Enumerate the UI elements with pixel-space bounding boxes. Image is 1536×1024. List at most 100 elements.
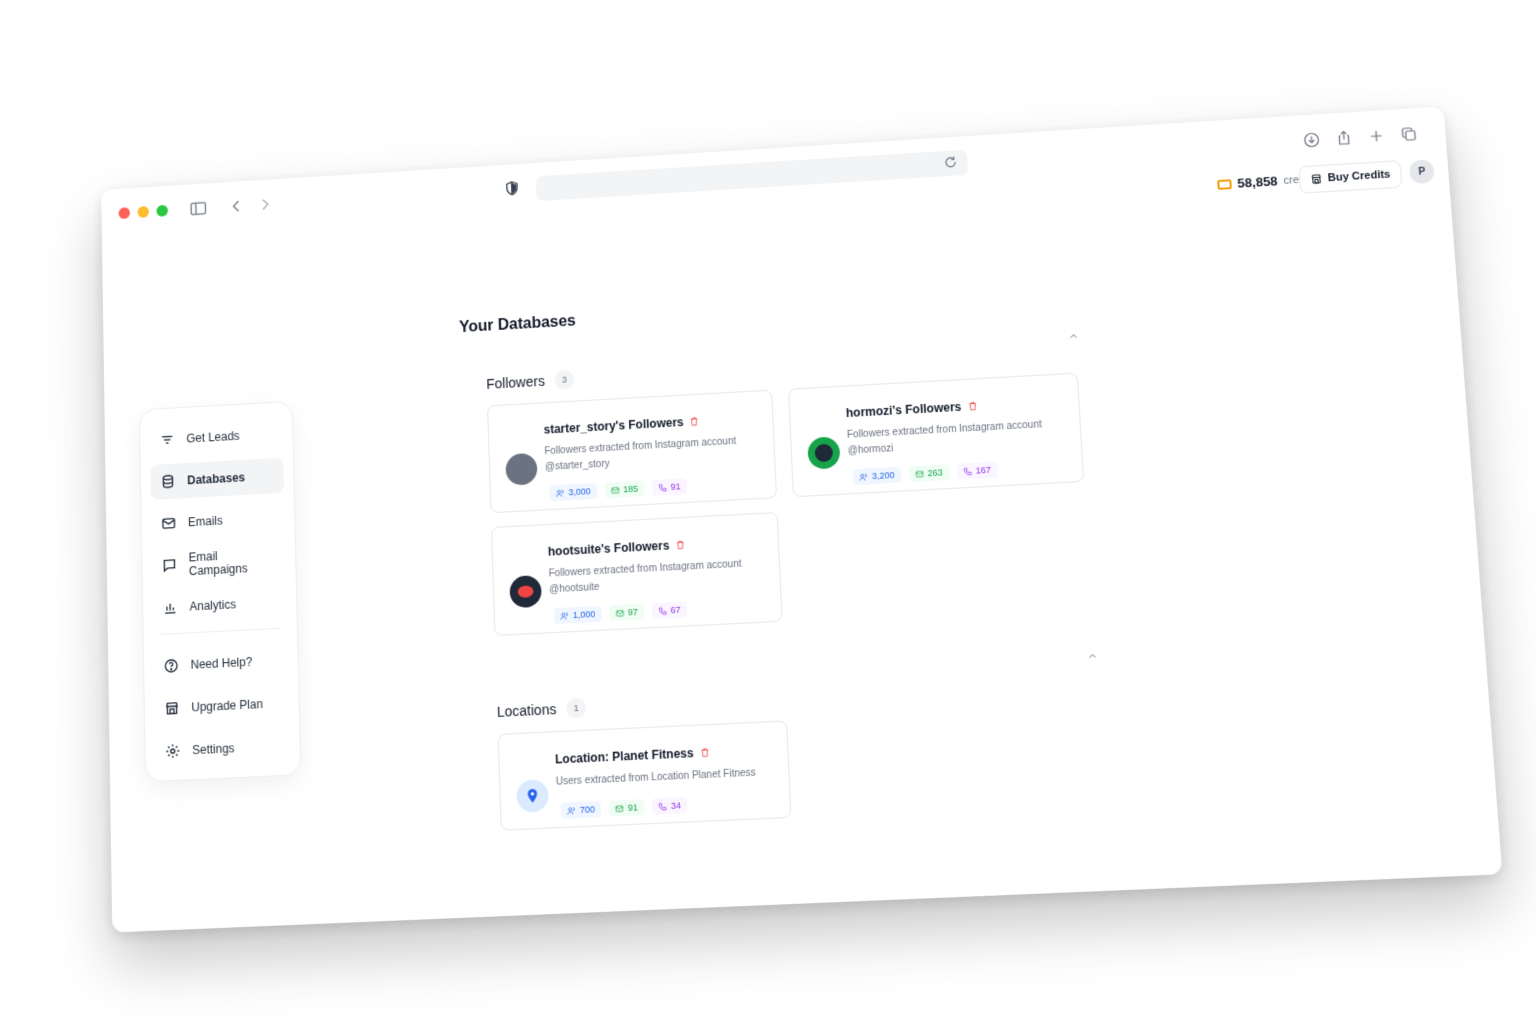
emails-count: 185 <box>623 483 639 495</box>
browser-toolbar <box>101 106 1447 239</box>
mail-icon <box>914 469 923 478</box>
buy-credits-button[interactable]: Buy Credits <box>1298 160 1403 194</box>
database-icon <box>160 473 176 489</box>
users-icon <box>858 472 867 480</box>
card-title: hormozi's Followers <box>845 399 962 421</box>
collapse-followers-icon[interactable] <box>1067 329 1080 342</box>
back-icon[interactable] <box>225 194 248 218</box>
collapse-locations-icon[interactable] <box>1086 649 1099 662</box>
users-count: 700 <box>579 804 596 816</box>
location-pin-icon <box>516 779 549 813</box>
sidebar-item-upgrade-plan[interactable]: Upgrade Plan <box>154 685 289 727</box>
card-title: hootsuite's Followers <box>547 538 670 559</box>
new-tab-icon[interactable] <box>1363 124 1389 149</box>
sidebar-item-databases[interactable]: Databases <box>150 457 285 500</box>
emails-count-badge: 263 <box>908 464 950 483</box>
user-avatar[interactable]: P <box>1408 159 1435 185</box>
emails-count-badge: 185 <box>604 480 645 499</box>
sidebar-item-settings[interactable]: Settings <box>155 728 290 770</box>
users-count: 1,000 <box>572 609 596 621</box>
emails-count: 97 <box>627 606 639 618</box>
sidebar-item-get-leads[interactable]: Get Leads <box>150 416 283 458</box>
maximize-window-button[interactable] <box>156 204 169 217</box>
phone-icon <box>963 466 973 475</box>
locations-section-header[interactable]: Locations 1 <box>496 697 587 722</box>
downloads-icon[interactable] <box>1299 128 1325 153</box>
card-description: Users extracted from Location Planet Fit… <box>555 767 756 788</box>
section-title: Locations <box>496 701 557 720</box>
sidebar-item-label: Analytics <box>189 597 237 614</box>
avatar <box>509 574 542 609</box>
share-icon[interactable] <box>1331 126 1357 151</box>
credits-icon <box>1216 178 1232 190</box>
window-controls <box>118 204 169 220</box>
address-bar[interactable] <box>535 149 969 202</box>
trash-icon[interactable] <box>689 416 699 426</box>
users-icon <box>567 806 576 816</box>
mail-icon <box>616 610 624 617</box>
sidebar-item-label: Get Leads <box>186 429 240 446</box>
page-title: Your Databases <box>458 312 577 337</box>
sidebar-item-need-help[interactable]: Need Help? <box>153 642 288 684</box>
store-icon <box>164 700 180 717</box>
card-title: Location: Planet Fitness <box>554 746 694 767</box>
forward-icon[interactable] <box>253 192 276 216</box>
mail-icon <box>610 485 619 494</box>
sidebar-item-emails[interactable]: Emails <box>151 500 285 542</box>
sidebar-item-label: Settings <box>192 741 235 758</box>
trash-icon[interactable] <box>675 540 685 550</box>
phones-count: 67 <box>670 604 681 616</box>
sidebar-item-label: Need Help? <box>190 654 253 672</box>
store-icon <box>1310 173 1323 185</box>
trash-icon[interactable] <box>967 401 978 411</box>
sidebar-item-email-campaigns[interactable]: Email Campaigns <box>152 542 286 584</box>
reload-icon[interactable] <box>943 155 960 171</box>
sidebar-divider <box>159 627 282 635</box>
filter-icon <box>159 432 175 448</box>
users-icon <box>556 488 565 497</box>
phones-count-badge: 167 <box>956 461 998 480</box>
users-count: 3,000 <box>568 486 591 498</box>
sidebar-item-label: Emails <box>187 513 223 530</box>
buy-credits-label: Buy Credits <box>1327 168 1391 185</box>
phones-count: 34 <box>670 800 682 811</box>
chat-icon <box>162 557 178 573</box>
users-count-badge: 3,200 <box>852 466 901 486</box>
users-count-badge: 1,000 <box>553 605 602 625</box>
phone-icon <box>658 606 666 614</box>
help-icon <box>163 658 179 675</box>
emails-count: 263 <box>927 467 943 479</box>
users-icon <box>560 611 569 620</box>
close-window-button[interactable] <box>118 207 131 220</box>
minimize-window-button[interactable] <box>137 205 150 219</box>
users-count-badge: 700 <box>560 800 602 819</box>
tab-overview-icon[interactable] <box>1396 122 1422 147</box>
trash-icon[interactable] <box>699 747 709 758</box>
emails-count: 91 <box>627 802 639 813</box>
card-title: starter_story's Followers <box>543 415 684 437</box>
phone-icon <box>658 802 667 812</box>
gear-icon <box>165 743 181 760</box>
users-count-badge: 3,000 <box>549 482 597 502</box>
section-count-badge: 1 <box>565 697 587 719</box>
sidebar-item-label: Databases <box>187 470 246 488</box>
phones-count-badge: 67 <box>651 601 687 620</box>
emails-count-badge: 97 <box>608 603 645 622</box>
database-card-planet-fitness[interactable]: Location: Planet Fitness Users extracted… <box>497 720 792 831</box>
privacy-shield-icon[interactable] <box>503 179 523 199</box>
bar-chart-icon <box>162 599 178 616</box>
sidebar-item-analytics[interactable]: Analytics <box>152 584 286 626</box>
browser-window: 58,858 credits Buy Credits P Get Leads D… <box>101 106 1503 933</box>
database-card-starter-story[interactable]: starter_story's Followers Followers extr… <box>487 389 778 514</box>
sidebar-item-label: Email Campaigns <box>188 549 248 579</box>
phones-count-badge: 34 <box>651 797 688 815</box>
section-title: Followers <box>486 373 546 392</box>
sidebar-item-label: Upgrade Plan <box>191 697 264 715</box>
sidebar-toggle-icon[interactable] <box>187 196 210 220</box>
phones-count-badge: 91 <box>651 478 687 496</box>
database-card-hootsuite[interactable]: hootsuite's Followers Followers extracte… <box>490 512 783 636</box>
users-count: 3,200 <box>871 470 895 482</box>
mail-icon <box>615 803 624 813</box>
followers-section-header[interactable]: Followers 3 <box>486 369 575 393</box>
database-card-hormozi[interactable]: hormozi's Followers Followers extracted … <box>787 372 1085 498</box>
